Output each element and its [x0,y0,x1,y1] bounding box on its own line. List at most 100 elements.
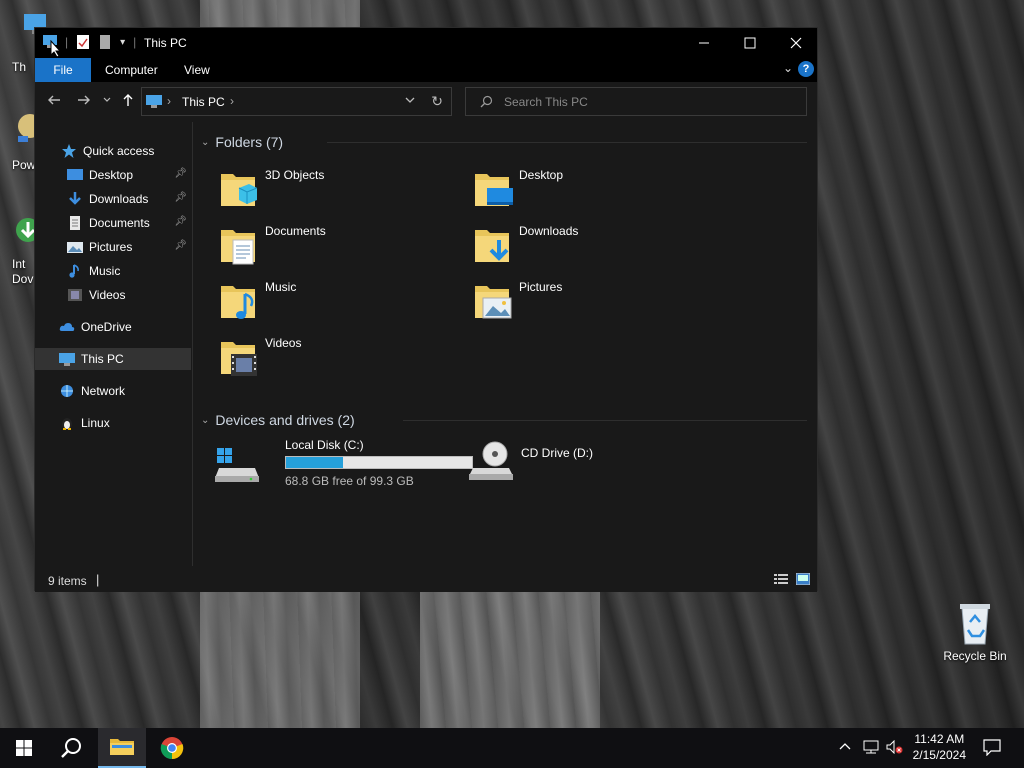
tab-file[interactable]: File [35,58,91,82]
sidebar-item-label: Network [81,384,126,398]
music-folder-icon [69,264,79,278]
sidebar-item-network[interactable]: Network [35,380,191,402]
chrome-icon [160,737,184,760]
sidebar-item-desktop[interactable]: Desktop 📌︎ [35,164,191,186]
collapse-chevron-icon: ⌄ [201,414,210,426]
start-button[interactable] [0,728,48,768]
volume-muted-icon [886,739,903,755]
network-tray-button[interactable] [862,740,880,757]
drive-tile-cd-drive-d[interactable]: CD Drive (D:) [469,438,739,488]
breadcrumb-separator-icon[interactable]: › [167,94,171,108]
desktop-icon-label: Int [12,257,26,271]
up-button[interactable] [121,93,135,110]
this-pc-icon [59,353,75,366]
sidebar-item-documents[interactable]: Documents 📌︎ [35,212,191,234]
drive-tile-local-disk-c[interactable]: Local Disk (C:) 68.8 GB free of 99.3 GB [215,438,485,488]
sidebar-item-linux[interactable]: Linux [35,412,191,434]
folder-tile-pictures[interactable]: Pictures [473,280,723,330]
navigation-bar: › This PC › ↻ [35,82,817,122]
drive-free-space: 68.8 GB free of 99.3 GB [285,474,414,488]
forward-button[interactable] [77,93,91,110]
folder-tile-music[interactable]: Music [219,280,469,330]
sidebar-item-label: This PC [81,352,124,366]
chevron-up-icon [839,743,851,750]
sidebar-item-label: Quick access [83,144,155,158]
sidebar-item-label: Desktop [89,168,134,182]
sidebar-item-onedrive[interactable]: OneDrive [35,316,191,338]
pin-icon: 📌︎ [174,168,187,179]
clock-time: 11:42 AM [914,732,965,746]
folder-tile-desktop[interactable]: Desktop [473,168,723,218]
search-box[interactable] [465,87,807,116]
group-header-devices[interactable]: ⌄ Devices and drives (2) [201,410,355,430]
desktop-folder-icon [67,169,83,180]
tab-view[interactable]: View [170,58,224,82]
downloads-folder-icon [69,192,81,205]
linux-penguin-icon [62,418,72,430]
sidebar-item-label: Downloads [89,192,149,206]
recent-locations-button[interactable] [102,95,112,108]
documents-folder-icon [70,216,80,230]
collapse-chevron-icon: ⌄ [201,136,210,148]
windows-drive-icon [215,448,259,482]
minimize-button[interactable] [681,28,727,58]
help-button[interactable]: ? [798,61,814,77]
action-center-button[interactable] [983,739,1001,759]
desktop-icon-recycle-bin[interactable]: Recycle Bin [940,600,1010,663]
volume-tray-button[interactable] [886,739,904,757]
pictures-folder-icon [67,242,83,253]
folder-label: Music [265,280,297,294]
group-divider [327,142,807,143]
show-hidden-icons-button[interactable] [839,740,851,754]
new-folder-icon[interactable] [98,35,112,49]
search-button[interactable] [48,728,96,768]
network-wired-icon [863,740,879,754]
taskbar-file-explorer[interactable] [98,728,146,768]
group-header-folders[interactable]: ⌄ Folders (7) [201,132,283,152]
sidebar-item-pictures[interactable]: Pictures 📌︎ [35,236,191,258]
sidebar-item-this-pc[interactable]: This PC [35,348,191,370]
sidebar-item-music[interactable]: Music [35,260,191,282]
file-explorer-icon [110,739,134,755]
ribbon-bar: File Computer View ⌄ ? [35,58,817,82]
folder-label: Pictures [519,280,563,294]
taskbar-chrome[interactable] [148,728,196,768]
properties-icon[interactable] [76,35,90,49]
address-bar[interactable]: › This PC › ↻ [141,87,452,116]
close-button[interactable] [773,28,819,58]
sidebar-item-quick-access[interactable]: Quick access [35,140,191,162]
desktop-icon-label: Pow [12,158,36,172]
breadcrumb-separator-icon[interactable]: › [230,94,234,108]
recycle-bin-icon [960,604,990,645]
large-icons-view-icon[interactable] [796,573,810,585]
minimize-icon [699,42,709,44]
taskbar: 11:42 AM 2/15/2024 [0,728,1024,768]
sidebar-item-downloads[interactable]: Downloads 📌︎ [35,188,191,210]
tab-computer[interactable]: Computer [91,58,172,82]
details-view-icon[interactable] [774,573,788,585]
maximize-icon [744,37,756,49]
maximize-button[interactable] [727,28,773,58]
group-header-label: Folders (7) [215,134,284,150]
system-clock[interactable]: 11:42 AM 2/15/2024 [913,731,966,763]
breadcrumb-this-pc[interactable]: This PC [182,95,225,109]
folder-tile-3d-objects[interactable]: 3D Objects [219,168,469,218]
content-area: ⌄ Folders (7) 3D Objects Desktop Documen… [195,122,819,566]
title-bar[interactable]: | ▾ | This PC [35,28,817,58]
desktop-folder-icon [475,174,513,206]
folder-tile-documents[interactable]: Documents [219,224,469,274]
folder-tile-videos[interactable]: Videos [219,336,469,386]
star-icon [62,144,76,158]
refresh-icon[interactable]: ↻ [431,93,443,110]
mouse-cursor-icon [50,40,62,58]
sidebar-item-videos[interactable]: Videos [35,284,191,306]
pane-divider[interactable] [192,122,193,566]
documents-folder-icon [221,230,255,265]
expand-ribbon-icon[interactable]: ⌄ [783,61,793,75]
navigation-pane: Quick access Desktop 📌︎ Downloads 📌︎ Doc… [35,122,191,566]
customize-toolbar-icon[interactable]: ▾ [120,37,125,48]
search-input[interactable] [504,93,794,111]
folder-tile-downloads[interactable]: Downloads [473,224,723,274]
address-dropdown-icon[interactable] [405,94,415,108]
back-button[interactable] [47,93,61,110]
